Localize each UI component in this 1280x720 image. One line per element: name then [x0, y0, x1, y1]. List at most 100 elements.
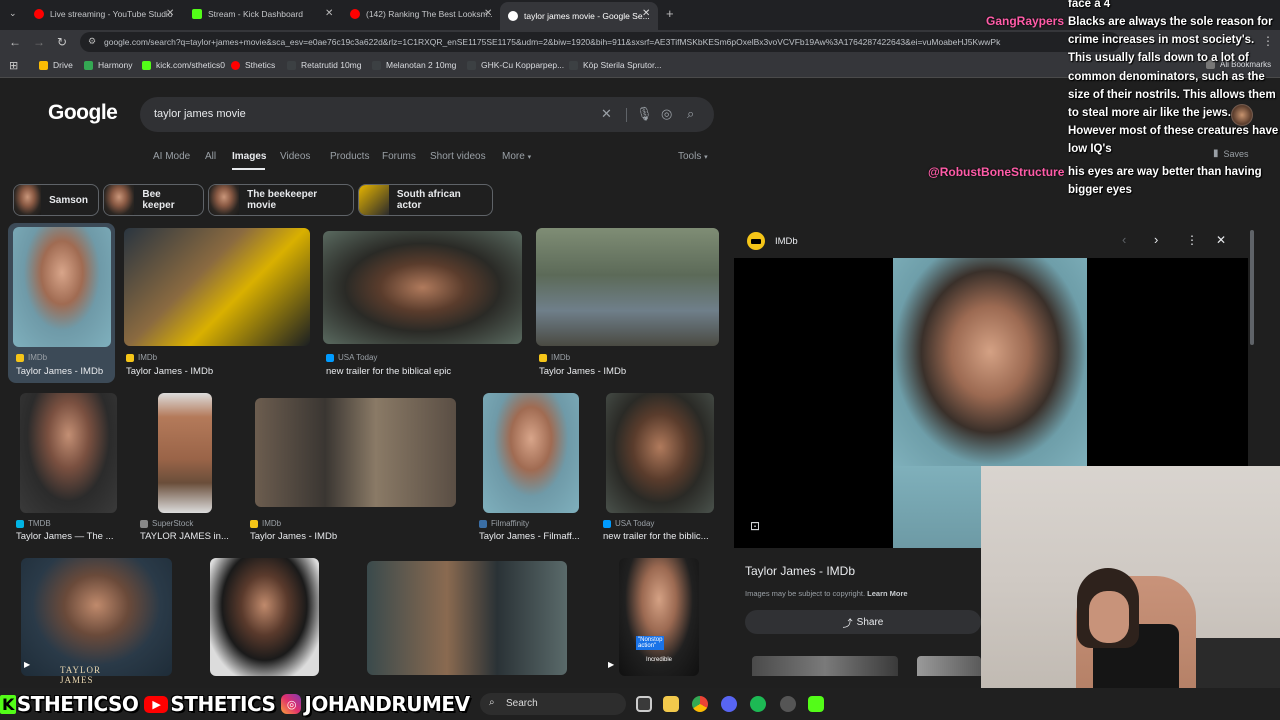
more-options-icon[interactable]: ⋮: [1186, 233, 1198, 247]
bookmark-ghk[interactable]: GHK-Cu Kopparpep...: [467, 60, 564, 70]
chip-label: Samson: [49, 194, 88, 206]
google-icon: [508, 11, 518, 21]
superstock-icon: [140, 519, 148, 528]
result-source-label: USA Today: [615, 519, 655, 528]
previous-icon[interactable]: ‹: [1122, 232, 1126, 247]
result-title: Taylor James — The ...: [16, 531, 114, 542]
apps-icon[interactable]: ⊞: [9, 59, 18, 72]
kick-icon: K: [0, 694, 16, 714]
filter-images[interactable]: Images: [232, 151, 266, 162]
filter-short-videos[interactable]: Short videos: [430, 151, 486, 162]
chip-bee-keeper[interactable]: Bee keeper: [103, 184, 204, 216]
close-tab-icon[interactable]: ✕: [325, 8, 333, 19]
close-tab-icon[interactable]: ✕: [166, 8, 174, 19]
tab-kick-dashboard[interactable]: Stream - Kick Dashboard: [184, 3, 342, 25]
chip-label: South african actor: [396, 189, 461, 211]
bookmark-melanotan[interactable]: Melanotan 2 10mg: [372, 60, 456, 70]
close-tab-icon[interactable]: ✕: [642, 8, 650, 19]
reload-icon[interactable]: ↻: [57, 35, 67, 49]
search-input[interactable]: taylor james movie: [154, 108, 246, 120]
scrollbar[interactable]: [1250, 230, 1254, 345]
url-field[interactable]: google.com/search?q=taylor+james+movie&s…: [80, 32, 1120, 52]
taskbar-search[interactable]: ⌕ Search: [480, 693, 626, 715]
tab-list-icon[interactable]: ⌄: [9, 8, 17, 19]
preview-image[interactable]: [893, 258, 1087, 466]
search-box[interactable]: taylor james movie ✕ 🎙 ◎ ⌕: [140, 97, 714, 132]
chat-username: @RobustBoneStructure: [928, 165, 1065, 179]
obs-icon[interactable]: [780, 696, 796, 712]
mic-icon[interactable]: 🎙: [636, 106, 653, 122]
chevron-down-icon: ▾: [704, 154, 708, 161]
bookmark-label: Harmony: [98, 60, 133, 70]
panel-title[interactable]: Taylor James - IMDb: [745, 564, 855, 578]
result-title: TAYLOR JAMES in...: [140, 531, 229, 542]
related-image[interactable]: [917, 656, 981, 676]
instagram-icon: ◎: [281, 694, 302, 714]
chip-samson[interactable]: Samson: [13, 184, 99, 216]
taskbar-search-label: Search: [506, 698, 538, 709]
bookmark-harmony[interactable]: Harmony: [84, 60, 132, 70]
share-icon: ⤴: [842, 618, 853, 630]
result-source: IMDb: [250, 519, 281, 528]
usa-today-icon: [326, 353, 334, 362]
filter-more[interactable]: More ▾: [502, 151, 531, 162]
tab-ranking-looksmax[interactable]: (142) Ranking The Best Looksm...: [342, 3, 492, 25]
bookmark-label: kick.com/sthetics0: [156, 60, 225, 70]
bookmark-label: Sthetics: [245, 60, 276, 70]
filter-forums[interactable]: Forums: [382, 151, 416, 162]
tools-button[interactable]: Tools ▾: [678, 151, 708, 162]
search-icon[interactable]: ⌕: [687, 106, 694, 122]
play-icon: ▶: [24, 660, 31, 669]
learn-more-link[interactable]: Learn More: [867, 589, 907, 598]
result-image: [536, 228, 719, 346]
bookmark-sthetics[interactable]: Sthetics: [231, 60, 275, 70]
chrome-icon[interactable]: [692, 696, 708, 712]
related-image[interactable]: [752, 656, 898, 676]
lens-icon[interactable]: ⊡: [750, 519, 760, 533]
next-icon[interactable]: ›: [1154, 232, 1158, 247]
kick-icon: [142, 60, 151, 70]
share-button[interactable]: ⤴ Share: [745, 610, 981, 634]
result-title: Taylor James - IMDb: [250, 531, 338, 542]
discord-icon[interactable]: [721, 696, 737, 712]
tab-title: Live streaming - YouTube Studio: [50, 9, 173, 19]
lens-icon[interactable]: ◎: [661, 106, 672, 122]
image-caption: Incredible: [646, 657, 673, 663]
bookmark-retatrutid[interactable]: Retatrutid 10mg: [287, 60, 361, 70]
filter-all[interactable]: All: [205, 151, 216, 162]
new-tab-icon[interactable]: +: [666, 6, 674, 21]
google-logo[interactable]: Google: [48, 101, 118, 125]
panel-source[interactable]: IMDb: [775, 236, 798, 247]
task-view-icon[interactable]: [636, 696, 652, 712]
close-tab-icon[interactable]: ✕: [484, 8, 492, 19]
file-explorer-icon[interactable]: [663, 696, 679, 712]
imdb-icon: [126, 353, 134, 362]
filmaffinity-icon: [479, 519, 487, 528]
bookmark-label: Köp Sterila Sprutor...: [583, 60, 662, 70]
copyright-notice: Images may be subject to copyright. Lear…: [745, 589, 908, 598]
bookmark-drive[interactable]: Drive: [39, 60, 73, 70]
active-filter-indicator: [232, 168, 265, 170]
usa-today-icon: [603, 519, 611, 528]
kick-app-icon[interactable]: [808, 696, 824, 712]
forward-icon[interactable]: →: [33, 35, 45, 49]
close-icon[interactable]: ✕: [1216, 233, 1226, 247]
image-caption: "Nonstop action": [636, 636, 665, 650]
bookmark-kop[interactable]: Köp Sterila Sprutor...: [569, 60, 661, 70]
chip-south-african-actor[interactable]: South african actor: [358, 184, 493, 216]
streamer-socials-banner: K STHETICSO ▶ STHETICS ◎ JOHANDRUMEV: [0, 689, 470, 719]
back-icon[interactable]: ←: [9, 35, 21, 49]
result-title: new trailer for the biblical epic: [326, 366, 452, 377]
tab-google-search[interactable]: taylor james movie - Google Se...: [500, 2, 658, 30]
result-source: USA Today: [326, 353, 377, 362]
filter-videos[interactable]: Videos: [280, 151, 310, 162]
clear-icon[interactable]: ✕: [601, 106, 612, 122]
result-source: Filmaffinity: [479, 519, 529, 528]
tab-youtube-studio[interactable]: Live streaming - YouTube Studio: [26, 3, 184, 25]
spotify-icon[interactable]: [750, 696, 766, 712]
site-info-icon[interactable]: ⚙: [88, 36, 96, 47]
bookmark-kick[interactable]: kick.com/sthetics0: [142, 60, 225, 70]
filter-products[interactable]: Products: [330, 151, 369, 162]
filter-ai-mode[interactable]: AI Mode: [153, 151, 190, 162]
chip-beekeeper-movie[interactable]: The beekeeper movie: [208, 184, 354, 216]
